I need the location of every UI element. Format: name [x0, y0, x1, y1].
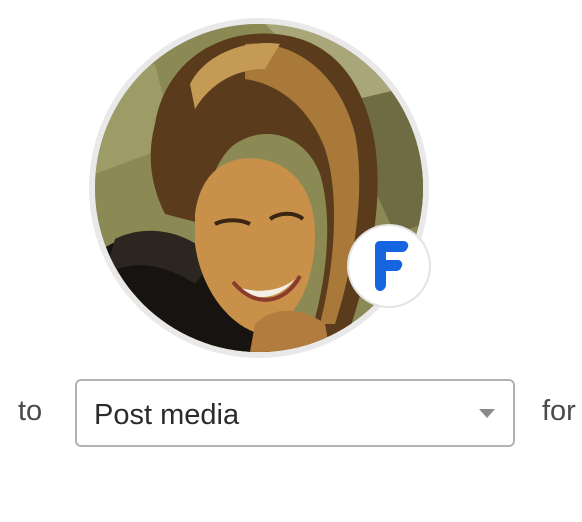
action-select[interactable]: Post media — [75, 379, 515, 447]
caret-down-icon — [479, 409, 495, 418]
avatar — [89, 18, 429, 358]
action-select-value: Post media — [94, 399, 240, 431]
sentence-prefix: to — [18, 395, 43, 427]
sentence-suffix: for — [542, 395, 576, 427]
service-badge — [349, 226, 429, 306]
avatar-container — [89, 18, 429, 358]
f-service-logo-icon — [375, 241, 409, 291]
